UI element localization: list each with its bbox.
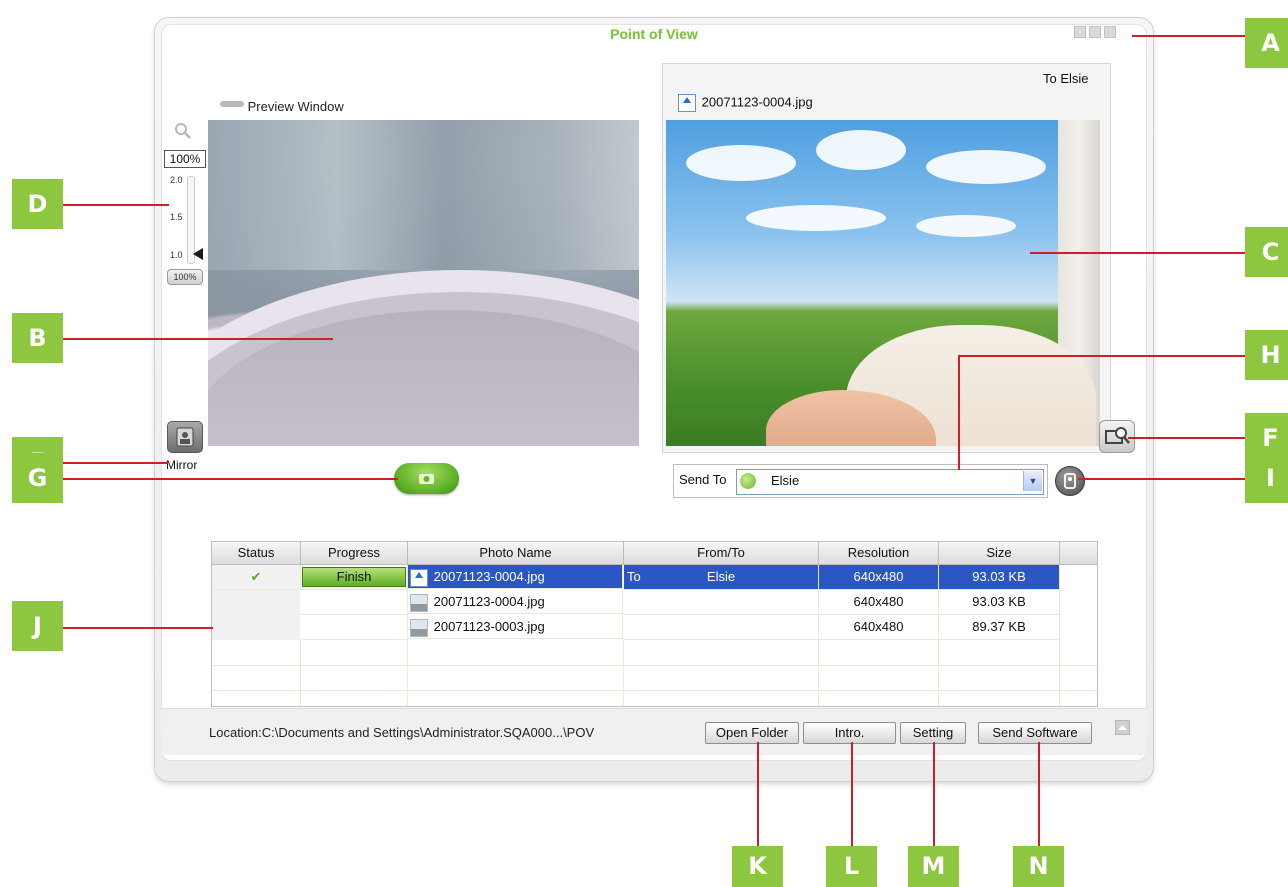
callout-line-e	[63, 462, 168, 464]
send-to-label: Send To	[679, 472, 727, 487]
image-file-icon	[410, 618, 428, 637]
zoom-reset-button[interactable]: 100%	[167, 269, 203, 285]
resolution-cell: 640x480	[819, 590, 939, 615]
callout-k: K	[732, 846, 783, 887]
resolution-cell: 640x480	[819, 565, 939, 590]
send-to-select[interactable]: Elsie ▼	[736, 469, 1044, 495]
header-progress[interactable]: Progress	[301, 542, 408, 564]
finish-badge: Finish	[302, 567, 406, 587]
photo-name-cell: 20071123-0004.jpg	[408, 565, 623, 589]
dropdown-arrow-icon[interactable]: ▼	[1023, 471, 1042, 491]
callout-line-h	[958, 355, 1245, 357]
transfer-table: Status Progress Photo Name From/To Resol…	[211, 541, 1098, 707]
callout-line-c	[1030, 252, 1245, 254]
received-image	[666, 120, 1100, 446]
callout-b: B	[12, 313, 63, 363]
camera-icon	[419, 474, 434, 484]
callout-line-n	[1038, 742, 1040, 846]
callout-line-g	[63, 478, 398, 480]
upload-arrow-icon	[410, 568, 428, 587]
callout-line-f	[1128, 437, 1245, 439]
callout-l: L	[826, 846, 877, 887]
preview-window-header: Preview Window	[220, 99, 344, 114]
to-recipient: Elsie	[1060, 71, 1089, 86]
photo-name-cell: 20071123-0004.jpg	[408, 590, 623, 614]
callout-line-i	[1078, 478, 1245, 480]
zoom-tick-1-5: 1.5	[170, 212, 183, 222]
header-size[interactable]: Size	[939, 542, 1060, 564]
callout-line-l	[851, 742, 853, 846]
callout-line-j	[63, 627, 213, 629]
received-filename: 20071123-0004.jpg	[701, 94, 813, 110]
table-row[interactable]: ✔ Finish 20071123-0004.jpg To Elsie 640x…	[212, 565, 1097, 590]
triangle-up-icon	[1118, 725, 1127, 730]
zoom-level-display: 100%	[164, 150, 206, 168]
progress-cell: Finish	[301, 565, 408, 590]
zoom-tick-1: 1.0	[170, 250, 183, 260]
table-header: Status Progress Photo Name From/To Resol…	[212, 542, 1097, 565]
maximize-button[interactable]	[1089, 26, 1101, 38]
mirror-button[interactable]	[167, 421, 203, 453]
callout-line-h-vertical	[958, 355, 960, 470]
contact-icon	[740, 473, 756, 489]
header-from-to[interactable]: From/To	[624, 542, 819, 564]
contacts-icon	[1064, 473, 1076, 489]
preview-image	[208, 120, 639, 446]
send-software-button[interactable]: Send Software	[978, 722, 1092, 744]
contacts-button[interactable]	[1055, 466, 1085, 496]
send-to-selected: Elsie	[771, 473, 800, 488]
table-row[interactable]: 20071123-0004.jpg 640x480 93.03 KB	[212, 590, 1097, 615]
callout-c: C	[1245, 227, 1288, 277]
image-file-icon	[410, 593, 428, 612]
callout-g: G	[12, 453, 63, 503]
size-cell: 93.03 KB	[939, 590, 1060, 615]
header-photo-name[interactable]: Photo Name	[408, 542, 624, 564]
zoom-slider-handle-icon[interactable]	[193, 248, 203, 260]
zoom-tick-2: 2.0	[170, 175, 183, 185]
callout-line-a	[1132, 35, 1245, 37]
callout-line-b	[63, 338, 333, 340]
upload-arrow-icon	[678, 94, 696, 112]
mirror-label: Mirror	[166, 458, 198, 472]
callout-m: M	[908, 846, 959, 887]
empty-table-grid	[212, 640, 1097, 706]
received-to-line: To Elsie	[1043, 71, 1089, 86]
status-check-icon: ✔	[212, 565, 301, 590]
callout-line-d	[63, 204, 169, 206]
callout-line-k	[757, 742, 759, 846]
app-title: Point of View	[610, 26, 698, 42]
header-status[interactable]: Status	[212, 542, 301, 564]
callout-d: D	[12, 179, 63, 229]
from-to-cell: To Elsie	[624, 565, 819, 590]
mirror-icon	[176, 427, 194, 447]
header-resolution[interactable]: Resolution	[819, 542, 939, 564]
close-button[interactable]	[1104, 26, 1116, 38]
minimize-button[interactable]	[1074, 26, 1086, 38]
intro-button[interactable]: Intro.	[803, 722, 896, 744]
size-cell: 93.03 KB	[939, 565, 1060, 590]
callout-a: A	[1245, 18, 1288, 68]
callout-h: H	[1245, 330, 1288, 380]
setting-button[interactable]: Setting	[900, 722, 966, 744]
received-filename-row: 20071123-0004.jpg	[678, 94, 813, 112]
callout-j: J	[12, 601, 63, 651]
to-label: To	[1043, 71, 1057, 86]
table-row[interactable]: 20071123-0003.jpg 640x480 89.37 KB	[212, 615, 1097, 640]
photo-name-cell: 20071123-0003.jpg	[408, 615, 623, 639]
location-path: Location:C:\Documents and Settings\Admin…	[209, 725, 595, 740]
preview-window-label: Preview Window	[247, 99, 344, 114]
callout-n: N	[1013, 846, 1064, 887]
capture-button[interactable]	[394, 463, 459, 494]
open-folder-button[interactable]: Open Folder	[705, 722, 799, 744]
collapse-up-button[interactable]	[1115, 720, 1130, 735]
magnifier-icon	[175, 123, 191, 139]
callout-i: I	[1245, 453, 1288, 503]
camera-icon	[220, 100, 244, 107]
callout-line-m	[933, 742, 935, 846]
resolution-cell: 640x480	[819, 615, 939, 640]
size-cell: 89.37 KB	[939, 615, 1060, 640]
